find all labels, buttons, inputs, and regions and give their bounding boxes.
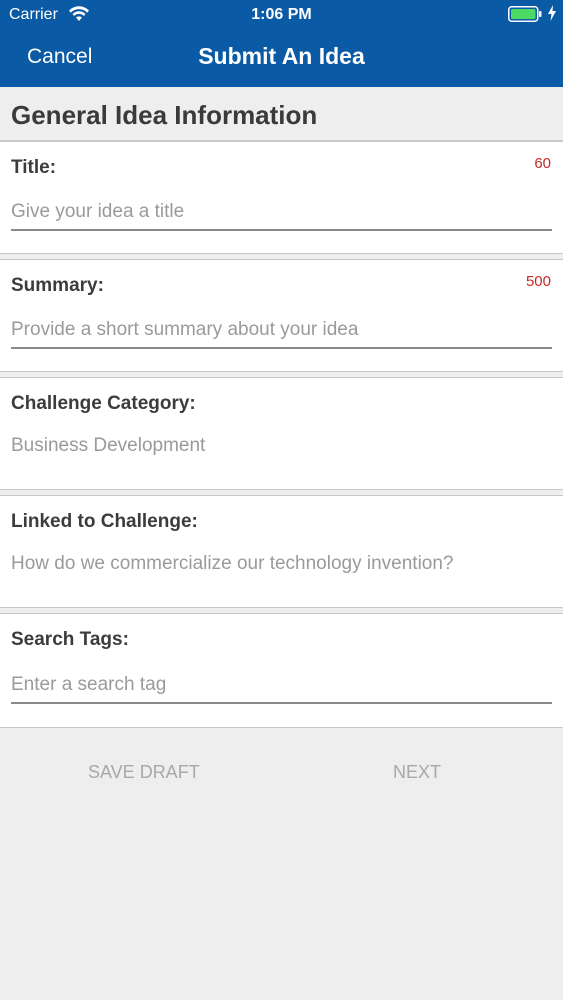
app-header: Carrier 1:06 PM Cancel Submit An Idea — [0, 0, 563, 87]
summary-label: Summary: — [11, 275, 104, 296]
search-tags-label: Search Tags: — [11, 629, 129, 650]
challenge-category-card[interactable]: Challenge Category: Business Development — [0, 377, 563, 490]
battery-icon — [508, 6, 542, 22]
linked-challenge-label: Linked to Challenge: — [11, 511, 198, 532]
linked-challenge-value[interactable]: How do we commercialize our technology i… — [11, 553, 454, 575]
search-tag-input[interactable] — [11, 667, 552, 704]
status-time: 1:06 PM — [251, 6, 312, 23]
save-draft-button[interactable]: SAVE DRAFT — [88, 762, 200, 783]
section-heading-text: General Idea Information — [11, 100, 318, 130]
title-card: Title: 60 — [0, 141, 563, 254]
challenge-category-value[interactable]: Business Development — [11, 435, 205, 457]
summary-card: Summary: 500 — [0, 259, 563, 372]
section-heading: General Idea Information — [0, 87, 563, 141]
next-button[interactable]: NEXT — [393, 762, 441, 783]
navigation-bar: Cancel Submit An Idea — [0, 30, 563, 87]
search-tags-card: Search Tags: — [0, 613, 563, 728]
charging-bolt-icon — [547, 5, 557, 26]
page-title: Submit An Idea — [198, 43, 365, 69]
title-input[interactable] — [11, 195, 552, 231]
status-bar: Carrier 1:06 PM — [0, 0, 563, 30]
linked-challenge-card[interactable]: Linked to Challenge: How do we commercia… — [0, 495, 563, 608]
summary-char-counter: 500 — [525, 273, 551, 290]
title-label: Title: — [11, 157, 57, 178]
form-actions: SAVE DRAFT NEXT — [0, 728, 563, 818]
summary-input[interactable] — [11, 313, 552, 349]
challenge-category-label: Challenge Category: — [11, 393, 196, 414]
title-char-counter: 60 — [534, 155, 551, 172]
